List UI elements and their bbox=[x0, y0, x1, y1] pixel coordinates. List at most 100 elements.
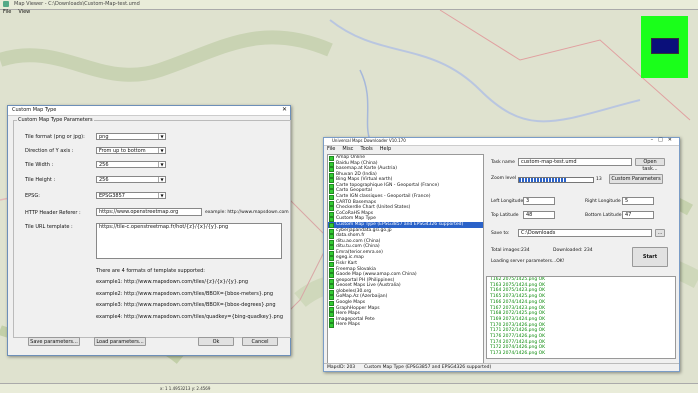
url-template-label: Tile URL template : bbox=[25, 224, 73, 230]
example-4: example4: http://www.mapsdown.com/tiles/… bbox=[96, 314, 283, 320]
tile-height-select[interactable]: 256 ▼ bbox=[96, 176, 166, 183]
tile-format-value: png bbox=[99, 134, 109, 140]
status-maps-id: MapsID: 203 bbox=[327, 365, 356, 370]
right-longitude-input[interactable]: 5 bbox=[622, 197, 654, 205]
downloaded-label: Downloaded: bbox=[553, 248, 583, 253]
menu-misc[interactable]: Misc bbox=[342, 146, 353, 152]
formats-note: There are 4 formats of template supporte… bbox=[96, 268, 205, 274]
list-item-label: Geoset Maps Live (Australia) bbox=[336, 283, 401, 289]
save-to-label: Save to: bbox=[491, 231, 510, 236]
loading-status: Loading server parameters...OK! bbox=[491, 259, 565, 264]
downloader-status-bar: MapsID: 203 Custom Map Type (EPSG3857 an… bbox=[324, 363, 679, 371]
tile-format-label: Tile format (png or jpg): bbox=[25, 134, 85, 140]
start-button[interactable]: Start bbox=[632, 247, 668, 267]
bottom-latitude-label: Bottom Latitude bbox=[585, 213, 622, 218]
list-item-label: Here Maps bbox=[336, 311, 360, 317]
log-line: T173 2074/1426.png OK bbox=[490, 351, 546, 357]
list-item-label: Carte IGN classiques - Geoportail (Franc… bbox=[336, 194, 431, 200]
parameters-group: Custom Map Type Parameters Tile format (… bbox=[13, 117, 291, 338]
custom-parameters-button[interactable]: Custom Parameters bbox=[609, 174, 663, 184]
close-icon[interactable]: ✕ bbox=[282, 106, 287, 113]
example-3: example3: http://www.mapsdown.com/tiles/… bbox=[96, 302, 276, 308]
list-item-label: Freemap Slovakia bbox=[336, 266, 376, 272]
list-item-label: egeg.ic.map bbox=[336, 255, 364, 261]
dialog-title-bar: Custom Map Type ✕ bbox=[8, 106, 290, 116]
list-item-label: cyberjapandata.gsi.go.jp bbox=[336, 227, 392, 233]
right-longitude-label: Right Longitude bbox=[585, 199, 621, 204]
cancel-button[interactable]: Cancel bbox=[242, 337, 278, 346]
tile-preview bbox=[641, 16, 688, 78]
tile-preview-inner bbox=[651, 38, 679, 54]
tile-height-label: Tile Height : bbox=[25, 177, 56, 183]
map-source-list[interactable]: Amap Online Baidu Map (China) basemap.at K… bbox=[327, 154, 484, 364]
task-name-label: Task name bbox=[491, 160, 515, 165]
downloader-title: Universal Maps Downloader V10.170 bbox=[332, 138, 406, 143]
tile-width-select[interactable]: 256 ▼ bbox=[96, 161, 166, 168]
bottom-latitude-input[interactable]: 47 bbox=[622, 211, 654, 219]
task-name-input[interactable]: custom-map-test.umd bbox=[518, 158, 632, 166]
example-2: example2: http://www.mapsdown.com/tiles/… bbox=[96, 291, 274, 297]
menu-help[interactable]: Help bbox=[380, 146, 391, 152]
chevron-down-icon: ▼ bbox=[158, 134, 165, 139]
dialog-title: Custom Map Type bbox=[12, 107, 57, 113]
list-item-label: GraphHopper Maps bbox=[336, 305, 380, 311]
epsg-label: EPSG: bbox=[25, 193, 40, 199]
list-item-label: GoMap.Az (Azerbaijan) bbox=[336, 294, 388, 300]
menu-file[interactable]: File bbox=[3, 9, 11, 15]
list-item-label: Bhuvan 2D (India) bbox=[336, 171, 377, 177]
load-parameters-button[interactable]: Load parameters... bbox=[94, 337, 146, 346]
direction-label: Direction of Y axis : bbox=[25, 148, 74, 154]
zoom-slider[interactable] bbox=[518, 177, 594, 183]
downloaded-value: 234 bbox=[584, 248, 593, 253]
list-item[interactable]: Here Maps bbox=[328, 322, 483, 329]
direction-value: From up to bottom bbox=[99, 148, 146, 154]
list-item-label: Baidu Map (China) bbox=[336, 160, 378, 166]
total-images-value: 234 bbox=[521, 248, 530, 253]
zoom-level-label: Zoom level bbox=[491, 176, 517, 181]
example-1: example1: http://www.mapsdown.com/tiles/… bbox=[96, 279, 249, 285]
list-item-label: Bing Maps (Virtual earth) bbox=[336, 177, 393, 183]
tile-width-value: 256 bbox=[99, 162, 109, 168]
epsg-value: EPSG3857 bbox=[99, 193, 125, 199]
chevron-down-icon: ▼ bbox=[158, 162, 165, 167]
list-item-label: Amap Online bbox=[336, 155, 366, 160]
direction-select[interactable]: From up to bottom ▼ bbox=[96, 147, 166, 154]
total-images-label: Total images: bbox=[491, 248, 521, 253]
list-item-label: Custom Map Type bbox=[336, 216, 376, 222]
app-icon bbox=[3, 1, 9, 7]
status-map-type: Custom Map Type (EPSG3857 and EPSG4326 s… bbox=[364, 365, 492, 370]
referer-example: example: http://www.mapsdown.com bbox=[205, 210, 289, 215]
url-template-textarea[interactable]: https://tile-c.openstreetmap.fr/hot/{z}/… bbox=[96, 223, 282, 259]
menu-view[interactable]: View bbox=[18, 9, 30, 15]
viewer-title: Map Viewer - C:\Downloads\Custom-Map-tes… bbox=[14, 1, 140, 7]
top-latitude-input[interactable]: 48 bbox=[523, 211, 555, 219]
zoom-slider-fill bbox=[519, 178, 568, 182]
tile-height-value: 256 bbox=[99, 177, 109, 183]
browse-button[interactable]: ... bbox=[655, 229, 665, 237]
list-item-label: basemap.at Karte (Austria) bbox=[336, 166, 397, 172]
chevron-down-icon: ▼ bbox=[158, 148, 165, 153]
list-item-label: ditu.tu.com (China) bbox=[336, 244, 380, 250]
download-log[interactable]: T162 2075/1425.png OK T163 2075/1424.png … bbox=[486, 276, 676, 359]
zoom-value: 13 bbox=[596, 177, 602, 182]
viewer-status-text: x: 1 1.4953213 y: 2.4569 bbox=[160, 386, 211, 391]
list-item-label: Carto Geoportal bbox=[336, 188, 372, 194]
ok-button[interactable]: Ok bbox=[198, 337, 234, 346]
downloader-window: Universal Maps Downloader V10.170 –□✕ Fi… bbox=[323, 137, 680, 372]
open-task-button[interactable]: Open task... bbox=[635, 158, 665, 172]
tile-format-select[interactable]: png ▼ bbox=[96, 133, 166, 140]
save-to-input[interactable]: C:\Downloads bbox=[518, 229, 652, 237]
referer-input[interactable]: https://www.openstreetmap.org bbox=[96, 208, 202, 216]
group-title: Custom Map Type Parameters bbox=[17, 117, 94, 123]
downloader-title-bar: Universal Maps Downloader V10.170 –□✕ bbox=[324, 137, 679, 146]
window-controls[interactable]: –□✕ bbox=[651, 137, 677, 143]
menu-tools[interactable]: Tools bbox=[360, 146, 372, 152]
menu-file[interactable]: File bbox=[327, 146, 335, 152]
epsg-select[interactable]: EPSG3857 ▼ bbox=[96, 192, 166, 199]
save-parameters-button[interactable]: Save parameters... bbox=[28, 337, 80, 346]
list-item-label: geoportal PH (Philippines) bbox=[336, 277, 395, 283]
list-item-label: Checkerdle Chart (United States) bbox=[336, 205, 411, 211]
chevron-down-icon: ▼ bbox=[158, 193, 165, 198]
list-item-label: Google Maps bbox=[336, 300, 366, 306]
left-longitude-input[interactable]: 3 bbox=[523, 197, 555, 205]
